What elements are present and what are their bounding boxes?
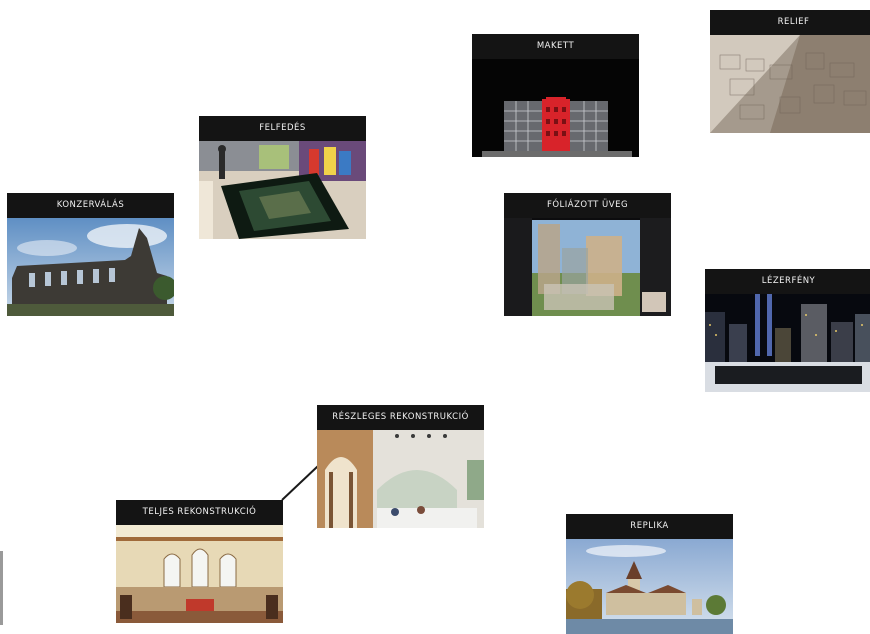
card-image-glass-floor xyxy=(199,141,366,239)
card-label: FÓLIÁZOTT ÜVEG xyxy=(504,193,671,218)
card-label: FELFEDÉS xyxy=(199,116,366,141)
card-image-replica xyxy=(566,539,733,634)
card-label: RELIEF xyxy=(710,10,870,35)
card-makett[interactable]: MAKETT xyxy=(472,34,639,157)
card-image-foil-glass xyxy=(504,218,671,316)
card-image-full-reconstruction xyxy=(116,525,283,623)
card-image-relief xyxy=(710,35,870,133)
card-image-laser-light xyxy=(705,294,870,392)
card-teljes-rekonstrukcio[interactable]: TELJES REKONSTRUKCIÓ xyxy=(116,500,283,623)
card-replika[interactable]: REPLIKA xyxy=(566,514,733,634)
card-reszleges-rekonstrukcio[interactable]: RÉSZLEGES REKONSTRUKCIÓ xyxy=(317,405,484,528)
card-label: REPLIKA xyxy=(566,514,733,539)
card-label: TELJES REKONSTRUKCIÓ xyxy=(116,500,283,525)
card-label: LÉZERFÉNY xyxy=(705,269,870,294)
card-konzervalas[interactable]: KONZERVÁLÁS xyxy=(7,193,174,316)
card-label: KONZERVÁLÁS xyxy=(7,193,174,218)
card-image-ruin xyxy=(7,218,174,316)
card-label: RÉSZLEGES REKONSTRUKCIÓ xyxy=(317,405,484,430)
card-label: MAKETT xyxy=(472,34,639,59)
card-felfedes[interactable]: FELFEDÉS xyxy=(199,116,366,239)
card-foliazott-uveg[interactable]: FÓLIÁZOTT ÜVEG xyxy=(504,193,671,316)
card-image-model xyxy=(472,59,639,157)
page-edge-mark xyxy=(0,551,3,625)
card-lezerfeny[interactable]: LÉZERFÉNY xyxy=(705,269,870,392)
card-relief[interactable]: RELIEF xyxy=(710,10,870,133)
card-image-partial-reconstruction xyxy=(317,430,484,528)
